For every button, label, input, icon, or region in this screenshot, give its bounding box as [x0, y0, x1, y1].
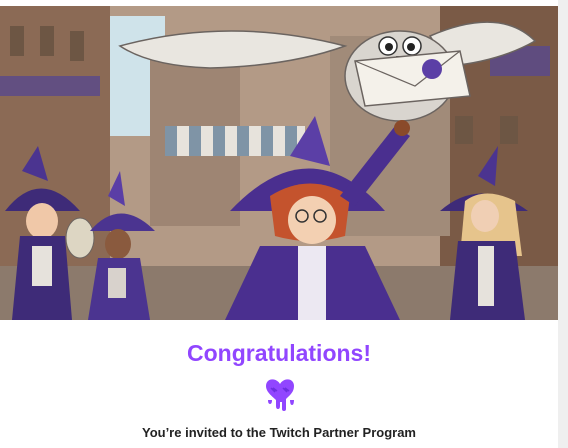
window-gutter	[558, 0, 568, 448]
email-card: Congratulations! You’re invited to the T…	[0, 0, 558, 448]
partner-program-invitation-text: You’re invited to the Twitch Partner Pro…	[141, 425, 416, 440]
hero-illustration	[0, 6, 558, 320]
magical-market-illustration-icon	[0, 6, 558, 320]
congratulations-title: Congratulations!	[187, 340, 371, 366]
melting-purple-heart-icon	[264, 376, 296, 412]
